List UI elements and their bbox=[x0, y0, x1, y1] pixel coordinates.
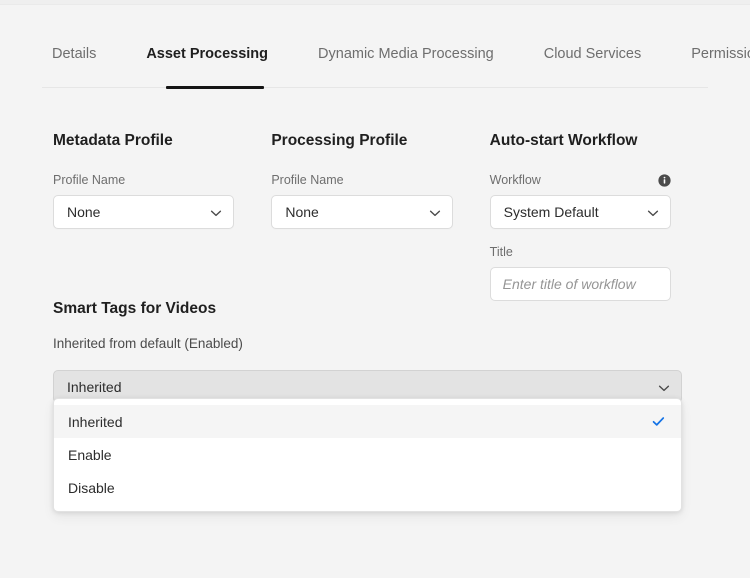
auto-start-workflow-heading: Auto-start Workflow bbox=[490, 132, 671, 150]
processing-profile-heading: Processing Profile bbox=[271, 132, 452, 150]
workflow-field-label: Workflow bbox=[490, 172, 541, 188]
menu-item-label: Disable bbox=[68, 480, 115, 496]
metadata-profile-select[interactable]: None bbox=[53, 195, 234, 229]
tab-cloud-services[interactable]: Cloud Services bbox=[519, 42, 667, 64]
metadata-profile-heading: Metadata Profile bbox=[53, 132, 234, 150]
menu-item-label: Enable bbox=[68, 447, 112, 463]
tab-dynamic-media-processing[interactable]: Dynamic Media Processing bbox=[293, 42, 519, 64]
menu-item-disable[interactable]: Disable bbox=[54, 471, 681, 504]
tab-list: Details Asset Processing Dynamic Media P… bbox=[42, 42, 708, 86]
menu-item-inherited[interactable]: Inherited bbox=[54, 405, 681, 438]
tab-permissions[interactable]: Permissions bbox=[666, 42, 750, 64]
smart-tags-heading: Smart Tags for Videos bbox=[53, 300, 682, 318]
chevron-down-icon bbox=[658, 381, 670, 393]
active-tab-indicator bbox=[166, 86, 264, 89]
tab-details[interactable]: Details bbox=[42, 42, 121, 64]
check-icon bbox=[652, 415, 665, 428]
auto-start-workflow-column: Auto-start Workflow Workflow System Defa… bbox=[490, 132, 671, 301]
processing-profile-value: None bbox=[285, 204, 318, 220]
smart-tags-description: Inherited from default (Enabled) bbox=[53, 336, 682, 352]
chevron-down-icon bbox=[429, 206, 441, 218]
workflow-title-input[interactable] bbox=[490, 267, 671, 301]
tab-bar: Details Asset Processing Dynamic Media P… bbox=[42, 42, 708, 88]
workflow-label-row: Workflow bbox=[490, 172, 671, 188]
workflow-title-label-row: Title bbox=[490, 244, 671, 260]
workflow-value: System Default bbox=[504, 204, 599, 220]
tab-asset-processing[interactable]: Asset Processing bbox=[121, 42, 293, 64]
chevron-down-icon bbox=[210, 206, 222, 218]
chevron-down-icon bbox=[647, 206, 659, 218]
workflow-select[interactable]: System Default bbox=[490, 195, 671, 229]
info-icon[interactable] bbox=[658, 174, 671, 187]
metadata-profile-value: None bbox=[67, 204, 100, 220]
processing-profile-field-label: Profile Name bbox=[271, 172, 343, 188]
tab-divider bbox=[42, 87, 708, 88]
menu-item-label: Inherited bbox=[68, 414, 122, 430]
processing-profile-select[interactable]: None bbox=[271, 195, 452, 229]
smart-tags-dropdown-menu: Inherited Enable Disable bbox=[53, 398, 682, 512]
smart-tags-section: Smart Tags for Videos Inherited from def… bbox=[53, 300, 682, 403]
metadata-profile-field-label: Profile Name bbox=[53, 172, 125, 188]
menu-item-enable[interactable]: Enable bbox=[54, 438, 681, 471]
settings-columns: Metadata Profile Profile Name None Proce… bbox=[53, 132, 708, 301]
window-top-edge bbox=[0, 0, 750, 5]
smart-tags-value: Inherited bbox=[67, 379, 121, 395]
processing-profile-label-row: Profile Name bbox=[271, 172, 452, 188]
processing-profile-column: Processing Profile Profile Name None bbox=[271, 132, 452, 301]
workflow-title-field-label: Title bbox=[490, 244, 513, 260]
metadata-profile-label-row: Profile Name bbox=[53, 172, 234, 188]
metadata-profile-column: Metadata Profile Profile Name None bbox=[53, 132, 234, 301]
